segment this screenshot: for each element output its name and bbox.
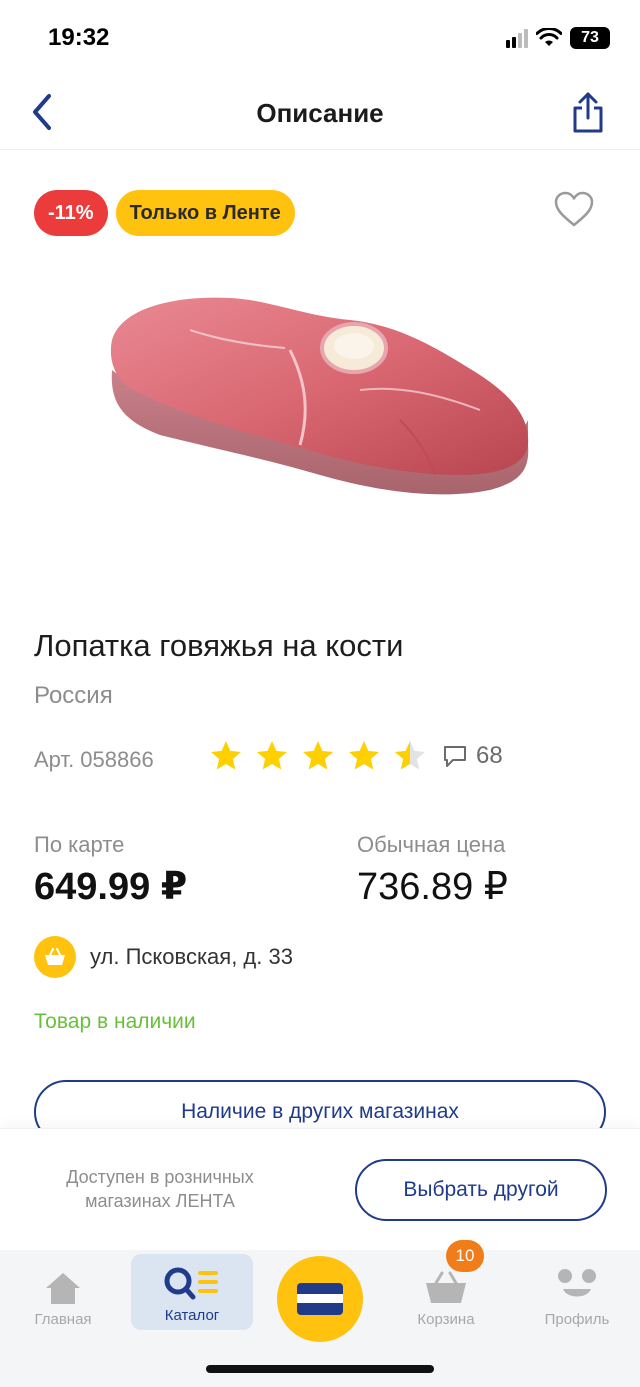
star-half-icon (395, 741, 425, 770)
product-title: Лопатка говяжья на кости (34, 628, 404, 663)
tab-catalog[interactable]: Каталог (131, 1254, 253, 1330)
status-time: 19:32 (48, 24, 110, 51)
cellular-signal-icon (506, 28, 528, 48)
product-country: Россия (34, 682, 113, 709)
exclusive-badge: Только в Ленте (115, 190, 295, 236)
battery-indicator: 73 (570, 27, 610, 49)
rating-stars (208, 738, 428, 774)
nav-header: Описание (0, 78, 640, 150)
tab-bar: Главная Каталог 10 Корзина Профиль (0, 1240, 640, 1387)
share-button[interactable] (564, 86, 612, 138)
tab-home[interactable]: Главная (18, 1250, 108, 1336)
star-icon (303, 741, 333, 770)
page-title: Описание (256, 98, 384, 128)
availability-status: Товар в наличии (34, 1010, 196, 1033)
tab-profile[interactable]: Профиль (532, 1250, 622, 1336)
profile-face-icon (558, 1269, 596, 1297)
favorite-button[interactable] (550, 186, 598, 232)
loyalty-card-icon (297, 1283, 343, 1315)
home-icon (46, 1273, 80, 1304)
regular-price-label: Обычная цена (357, 832, 506, 857)
tab-cart-label: Корзина (417, 1311, 475, 1328)
card-price: 649.99 ₽ (34, 866, 188, 908)
status-icons: 73 (506, 27, 610, 49)
product-badges: -11% Только в Ленте (34, 190, 295, 236)
product-image (110, 297, 529, 495)
card-price-label: По карте (34, 832, 125, 857)
retail-availability-note: Доступен в розничных магазинах ЛЕНТА (66, 1167, 254, 1211)
regular-price: 736.89 ₽ (357, 866, 508, 908)
store-selector[interactable]: ул. Псковская, д. 33 (34, 936, 293, 978)
product-article: Арт. 058866 (34, 747, 154, 772)
wifi-icon (536, 28, 562, 46)
star-icon (257, 741, 287, 770)
tab-catalog-label: Каталог (164, 1307, 220, 1324)
cart-count-badge: 10 (446, 1240, 484, 1272)
star-icon (211, 741, 241, 770)
store-availability-sheet: Доступен в розничных магазинах ЛЕНТА Выб… (0, 1128, 640, 1250)
reviews-count: 68 (476, 742, 503, 769)
tab-loyalty-card[interactable] (277, 1256, 363, 1342)
heart-icon (554, 191, 594, 227)
tab-home-label: Главная (34, 1311, 92, 1328)
choose-other-store-button[interactable]: Выбрать другой (355, 1159, 607, 1221)
star-icon (349, 741, 379, 770)
tab-cart[interactable]: 10 Корзина (400, 1240, 492, 1336)
status-bar: 19:32 73 (0, 0, 640, 78)
discount-badge: -11% (34, 190, 108, 236)
basket-icon (34, 936, 76, 978)
catalog-search-icon (164, 1267, 218, 1300)
share-icon (573, 92, 603, 133)
reviews-link[interactable]: 68 (442, 742, 503, 770)
tab-profile-label: Профиль (544, 1311, 610, 1328)
store-address: ул. Псковская, д. 33 (90, 944, 293, 969)
home-indicator (206, 1365, 434, 1373)
cart-basket-icon (426, 1271, 466, 1303)
comment-icon (444, 746, 466, 767)
